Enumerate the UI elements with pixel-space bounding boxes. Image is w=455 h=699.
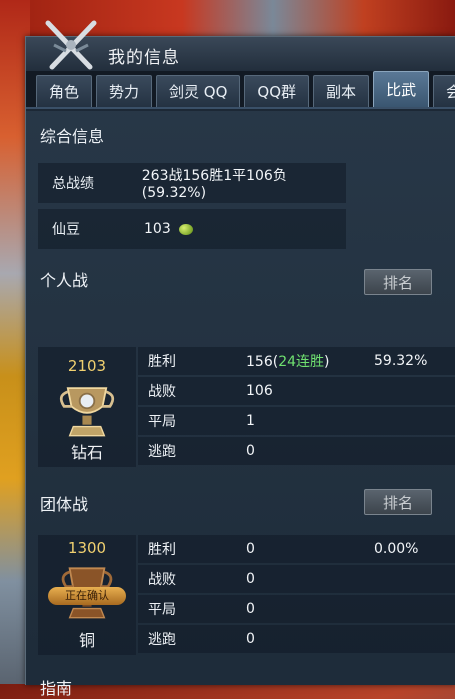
confirming-badge: 正在确认 <box>48 587 126 605</box>
total-record-row: 总战绩 263战156胜1平106负(59.32%) <box>38 163 346 203</box>
tab-arena[interactable]: 比武 <box>373 71 430 107</box>
team-win-value: 0 <box>246 541 255 557</box>
guide-title: 指南 <box>40 679 73 698</box>
team-battle-block: 1300 正在确认 铜 胜利 0 0.00% 战败 0 平局 0 逃跑 0 <box>38 535 455 655</box>
solo-rank-button[interactable]: 排名 <box>364 269 432 295</box>
solo-badge-column: 2103 钻石 <box>38 347 136 467</box>
team-win-row: 胜利 0 0.00% <box>138 535 455 563</box>
tab-qq-group[interactable]: QQ群 <box>244 75 310 107</box>
tab-jianling-qq[interactable]: 剑灵 QQ <box>156 75 241 107</box>
solo-win-value: 156(24连胜) <box>246 354 330 370</box>
solo-flee-value: 0 <box>246 443 255 459</box>
beans-value: 103 <box>144 221 171 237</box>
title-bar[interactable]: 我的信息 <box>26 20 455 72</box>
solo-flee-row: 逃跑 0 <box>138 437 455 465</box>
tab-dungeon[interactable]: 副本 <box>313 75 370 107</box>
team-badge-column: 1300 正在确认 铜 <box>38 535 136 655</box>
diamond-trophy-icon <box>59 387 115 437</box>
my-info-window: 我的信息 角色 势力 剑灵 QQ QQ群 副本 比武 会 综合信息 总战绩 26… <box>25 20 455 698</box>
team-rank-button[interactable]: 排名 <box>364 489 432 515</box>
solo-draw-label: 平局 <box>148 414 176 430</box>
solo-score: 2103 <box>67 357 107 375</box>
arena-content: 综合信息 总战绩 263战156胜1平106负(59.32%) 仙豆 103 个… <box>26 111 455 698</box>
tab-faction[interactable]: 势力 <box>96 75 153 107</box>
beans-label: 仙豆 <box>52 222 80 238</box>
crossed-swords-icon <box>45 20 97 70</box>
solo-tier-name: 钻石 <box>70 443 103 462</box>
window-title: 我的信息 <box>108 48 180 68</box>
team-flee-label: 逃跑 <box>148 632 176 648</box>
solo-win-row: 胜利 156(24连胜) 59.32% <box>138 347 455 375</box>
team-loss-label: 战败 <box>148 572 176 588</box>
solo-title: 个人战 <box>40 271 89 290</box>
solo-flee-label: 逃跑 <box>148 444 176 460</box>
tab-character[interactable]: 角色 <box>36 75 93 107</box>
summary-title: 综合信息 <box>40 127 105 146</box>
solo-win-percent: 59.32% <box>374 353 428 369</box>
team-title: 团体战 <box>40 495 89 514</box>
team-draw-value: 0 <box>246 601 255 617</box>
team-score: 1300 <box>67 539 107 557</box>
team-loss-row: 战败 0 <box>138 565 455 593</box>
team-win-percent: 0.00% <box>374 541 419 557</box>
solo-win-label: 胜利 <box>148 354 176 370</box>
solo-draw-row: 平局 1 <box>138 407 455 435</box>
team-loss-value: 0 <box>246 571 255 587</box>
team-flee-value: 0 <box>246 631 255 647</box>
team-draw-row: 平局 0 <box>138 595 455 623</box>
tab-bar: 角色 势力 剑灵 QQ QQ群 副本 比武 会 <box>26 71 455 109</box>
green-bean-icon <box>178 223 193 235</box>
total-record-label: 总战绩 <box>52 176 94 192</box>
solo-draw-value: 1 <box>246 413 255 429</box>
solo-loss-row: 战败 106 <box>138 377 455 405</box>
solo-loss-value: 106 <box>246 383 273 399</box>
beans-row: 仙豆 103 <box>38 209 346 249</box>
solo-battle-block: 2103 钻石 胜利 156(24连胜) 59.32% 战败 106 平局 1 … <box>38 347 455 467</box>
win-streak: 24连胜 <box>278 354 325 370</box>
team-win-label: 胜利 <box>148 542 176 558</box>
solo-loss-label: 战败 <box>148 384 176 400</box>
team-tier-name: 铜 <box>78 631 95 650</box>
team-flee-row: 逃跑 0 <box>138 625 455 653</box>
tab-guild[interactable]: 会 <box>433 75 455 107</box>
team-draw-label: 平局 <box>148 602 176 618</box>
total-record-value: 263战156胜1平106负(59.32%) <box>141 168 287 201</box>
